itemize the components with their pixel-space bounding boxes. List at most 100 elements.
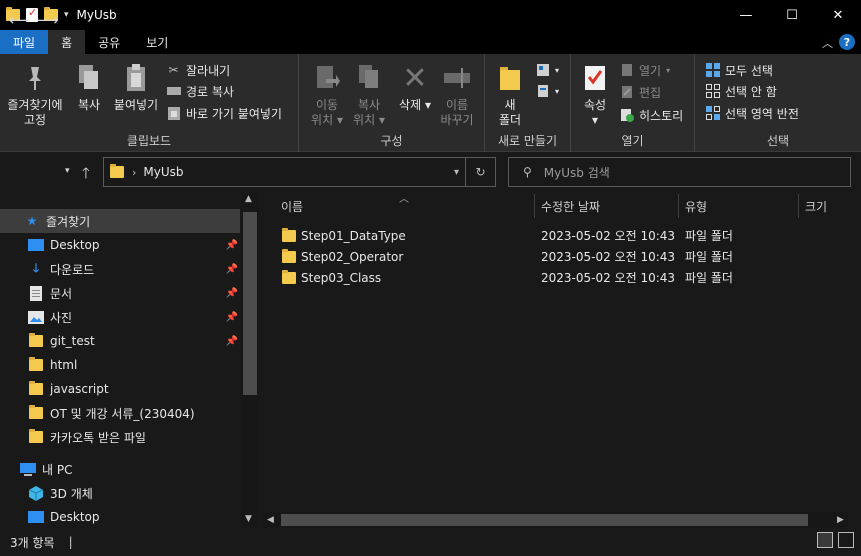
nav-item-this-pc[interactable]: 내 PC xyxy=(0,457,240,481)
copy-path-button[interactable]: 경로 복사 xyxy=(166,81,234,101)
history-button[interactable]: 히스토리 xyxy=(619,105,683,125)
download-icon: 🡓 xyxy=(32,260,40,275)
nav-item-desktop-pc[interactable]: Desktop xyxy=(0,505,240,528)
new-item-button[interactable]: ▾ xyxy=(535,60,559,80)
horizontal-scroll-thumb[interactable] xyxy=(281,514,808,526)
desktop-icon xyxy=(28,237,44,253)
scroll-up-icon[interactable]: ▲ xyxy=(245,194,252,204)
scroll-down-icon[interactable]: ▼ xyxy=(245,514,252,524)
pin-icon[interactable]: 📌 xyxy=(226,240,238,251)
close-button[interactable]: ✕ xyxy=(815,0,861,30)
nav-item-html[interactable]: html xyxy=(0,353,240,377)
file-row[interactable]: Step01_DataType 2023-05-02 오전 10:43 파일 폴… xyxy=(278,225,838,246)
cut-button[interactable]: ✂ 잘라내기 xyxy=(166,60,230,80)
select-all-button[interactable]: 모두 선택 xyxy=(705,60,773,80)
clipboard-group-label: 클립보드 xyxy=(126,134,172,148)
search-placeholder: MyUsb 검색 xyxy=(543,165,610,180)
properties-button[interactable]: 속성 ▾ xyxy=(579,62,611,128)
nav-item-desktop[interactable]: Desktop 📌 xyxy=(0,233,240,257)
edit-button[interactable]: 편집 xyxy=(619,82,661,102)
status-bar: 3개 항목 | xyxy=(0,528,861,556)
new-folder-button[interactable]: 새 폴더 xyxy=(493,62,527,128)
status-separator: | xyxy=(68,535,73,549)
pin-icon[interactable]: 📌 xyxy=(226,336,238,347)
move-to-button[interactable]: 이동 위치 ▾ xyxy=(307,62,347,128)
file-row[interactable]: Step03_Class 2023-05-02 오전 10:43 파일 폴더 xyxy=(278,267,838,288)
clipboard-group: 즐겨찾기에 고정 복사 붙여넣기 ✂ 잘라내기 경로 복사 바로 가기 붙여넣기 xyxy=(0,54,299,152)
delete-button[interactable]: ✕ 삭제 ▾ xyxy=(397,62,433,113)
address-bar[interactable]: › MyUsb ▾ ↻ xyxy=(103,157,496,187)
column-header-type[interactable]: 유형 xyxy=(685,192,707,220)
select-group: 모두 선택 선택 안 함 선택 영역 반전 선택 xyxy=(695,54,861,152)
folder-icon xyxy=(28,405,44,421)
large-icons-view-icon[interactable] xyxy=(838,532,854,548)
help-icon[interactable]: ? xyxy=(839,34,855,50)
open-button[interactable]: 열기 ▾ xyxy=(619,60,670,80)
copy-button[interactable]: 복사 xyxy=(72,62,106,113)
back-arrow-icon[interactable]: ⟵ xyxy=(9,11,31,29)
refresh-icon[interactable]: ↻ xyxy=(465,158,495,186)
nav-item-documents[interactable]: 문서 📌 xyxy=(0,281,240,305)
folder-icon xyxy=(28,333,44,349)
properties-check-icon xyxy=(580,62,610,94)
paste-shortcut-button[interactable]: 바로 가기 붙여넣기 xyxy=(166,103,282,123)
scroll-left-icon[interactable]: ◀ xyxy=(267,515,274,525)
window-title: MyUsb xyxy=(76,8,117,22)
nav-item-pictures[interactable]: 사진 📌 xyxy=(0,305,240,329)
copy-to-icon xyxy=(354,62,384,94)
rename-button[interactable]: 이름 바꾸기 xyxy=(435,62,479,128)
maximize-button[interactable]: ☐ xyxy=(769,0,815,30)
paste-button[interactable]: 붙여넣기 xyxy=(108,62,164,113)
column-divider[interactable] xyxy=(534,194,535,218)
nav-item-javascript[interactable]: javascript xyxy=(0,377,240,401)
pin-icon[interactable]: 📌 xyxy=(226,264,238,275)
column-divider[interactable] xyxy=(678,194,679,218)
folder-icon xyxy=(28,357,44,373)
column-header-modified[interactable]: 수정한 날짜 xyxy=(541,192,600,220)
nav-scroll-thumb[interactable] xyxy=(243,212,257,395)
tab-share[interactable]: 공유 xyxy=(85,30,133,54)
recent-locations-icon[interactable]: ▾ xyxy=(65,166,70,176)
new-group: 새 폴더 ▾ ▾ 새로 만들기 xyxy=(485,54,571,152)
pin-quick-access-button[interactable]: 즐겨찾기에 고정 xyxy=(4,62,66,128)
details-view-icon[interactable] xyxy=(817,532,833,548)
open-icon xyxy=(619,63,634,78)
nav-item-git-test[interactable]: git_test 📌 xyxy=(0,329,240,353)
copy-to-button[interactable]: 복사 위치 ▾ xyxy=(349,62,389,128)
nav-item-kakaotalk[interactable]: 카카오톡 받은 파일 xyxy=(0,425,240,449)
forward-arrow-icon[interactable]: ⟶ xyxy=(37,11,59,29)
customize-toolbar-icon[interactable]: ▾ xyxy=(64,10,69,20)
column-header-name[interactable]: 이름 xyxy=(281,192,303,220)
nav-item-downloads[interactable]: 🡓 다운로드 📌 xyxy=(0,257,240,281)
tab-view[interactable]: 보기 xyxy=(133,30,181,54)
navigation-pane: ★ 즐겨찾기 Desktop 📌 🡓 다운로드 📌 문서 📌 사진 📌 git_… xyxy=(0,192,259,528)
search-input[interactable]: ⚲ MyUsb 검색 xyxy=(508,157,851,187)
organize-group: 이동 위치 ▾ 복사 위치 ▾ ✕ 삭제 ▾ 이름 바꾸기 구성 xyxy=(299,54,485,152)
nav-item-quick-access[interactable]: ★ 즐겨찾기 xyxy=(0,209,240,233)
easy-access-button[interactable]: ▾ xyxy=(535,81,559,101)
folder-icon xyxy=(110,164,124,178)
minimize-button[interactable]: — xyxy=(723,0,769,30)
address-dropdown-icon[interactable]: ▾ xyxy=(454,167,459,178)
pin-icon[interactable]: 📌 xyxy=(226,288,238,299)
file-row[interactable]: Step02_Operator 2023-05-02 오전 10:43 파일 폴… xyxy=(278,246,838,267)
title-bar: ▾ MyUsb — ☐ ✕ xyxy=(0,0,861,30)
rename-icon xyxy=(442,62,472,94)
nav-item-ot-docs[interactable]: OT 및 개강 서류_(230404) xyxy=(0,401,240,425)
scroll-right-icon[interactable]: ▶ xyxy=(837,515,844,525)
column-header-size[interactable]: 크기 xyxy=(805,192,827,220)
tab-file[interactable]: 파일 xyxy=(0,30,49,54)
organize-group-label: 구성 xyxy=(380,134,403,148)
invert-selection-button[interactable]: 선택 영역 반전 xyxy=(705,103,799,123)
nav-item-3d-objects[interactable]: 3D 개체 xyxy=(0,481,240,505)
breadcrumb-myusb[interactable]: MyUsb xyxy=(143,165,183,179)
up-arrow-icon[interactable]: 🡑 xyxy=(82,163,90,188)
column-divider[interactable] xyxy=(798,194,799,218)
cube-icon xyxy=(28,485,44,501)
select-none-button[interactable]: 선택 안 함 xyxy=(705,81,777,101)
collapse-ribbon-icon[interactable]: ︿ xyxy=(822,35,833,51)
document-icon xyxy=(28,285,44,301)
pin-icon[interactable]: 📌 xyxy=(226,312,238,323)
folder-icon xyxy=(282,248,296,263)
tab-home[interactable]: 홈 xyxy=(48,30,86,54)
